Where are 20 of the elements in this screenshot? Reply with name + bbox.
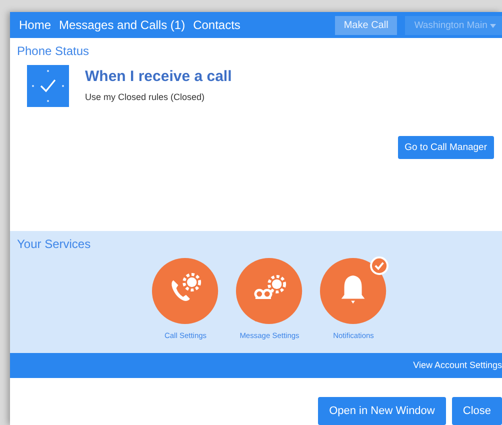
call-rule-detail: Use my Closed rules (Closed) — [85, 92, 206, 102]
nav-link[interactable]: Contacts — [193, 18, 240, 32]
make-call-button[interactable]: Make Call — [334, 16, 398, 35]
section-title: Phone Status — [17, 44, 90, 58]
section-title: Your Services — [17, 236, 92, 251]
service-button[interactable] — [234, 256, 304, 326]
service-button[interactable] — [318, 256, 388, 326]
account-settings-link[interactable]: View Account Settings — [413, 360, 502, 370]
call-rule-heading: When I receive a call — [85, 68, 232, 86]
check-badge-icon — [370, 256, 388, 275]
footer-button[interactable]: Open in New Window — [318, 396, 446, 425]
phone-gear-icon — [171, 272, 201, 301]
footer-button[interactable]: Close — [452, 396, 502, 425]
voicemail-gear-icon — [254, 274, 286, 299]
nav-link[interactable]: Home — [19, 18, 52, 32]
nav-link[interactable]: Messages and Calls (1) — [59, 18, 186, 32]
bell-icon — [340, 275, 364, 304]
service-button[interactable] — [150, 256, 220, 326]
caret-icon — [490, 24, 496, 28]
call-manager-button[interactable]: Go to Call Manager — [398, 136, 494, 160]
